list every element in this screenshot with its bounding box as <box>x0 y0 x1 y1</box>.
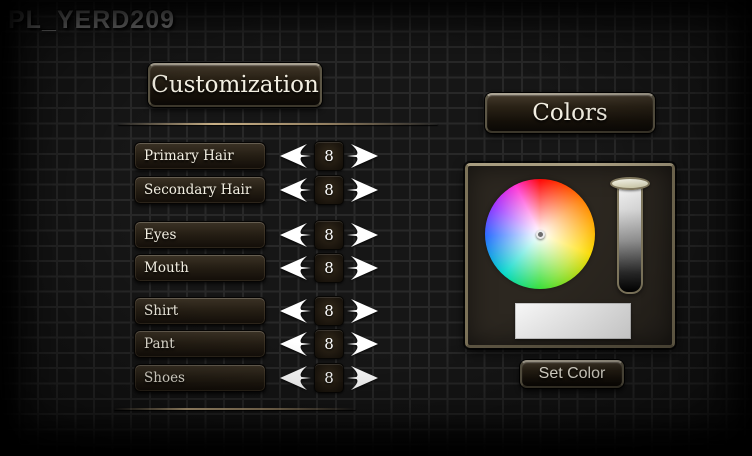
decrement-button[interactable] <box>279 222 311 248</box>
decrement-button[interactable] <box>279 255 311 281</box>
divider-line-top <box>118 123 438 125</box>
arrow-right-icon <box>347 178 378 202</box>
row-pant: Pant 8 <box>134 329 379 359</box>
value-box: 8 <box>314 220 344 250</box>
stepper-pant: 8 <box>279 329 379 359</box>
increment-button[interactable] <box>347 143 379 169</box>
color-wheel[interactable] <box>485 179 595 289</box>
value-box: 8 <box>314 141 344 171</box>
selected-color-swatch <box>515 303 631 339</box>
decrement-button[interactable] <box>279 365 311 391</box>
row-shirt: Shirt 8 <box>134 296 379 326</box>
arrow-left-icon <box>280 223 311 247</box>
increment-button[interactable] <box>347 298 379 324</box>
arrow-left-icon <box>280 144 311 168</box>
row-secondary-hair: Secondary Hair 8 <box>134 175 379 205</box>
row-label-eyes: Eyes <box>134 221 266 249</box>
stepper-shirt: 8 <box>279 296 379 326</box>
value-text: 8 <box>324 302 334 320</box>
increment-button[interactable] <box>347 365 379 391</box>
arrow-left-icon <box>280 332 311 356</box>
arrow-left-icon <box>280 366 311 390</box>
row-label-text: Eyes <box>144 227 177 243</box>
arrow-left-icon <box>280 256 311 280</box>
row-label-pant: Pant <box>134 330 266 358</box>
arrow-right-icon <box>347 366 378 390</box>
divider-line-bottom <box>114 408 356 410</box>
value-text: 8 <box>324 181 334 199</box>
value-text: 8 <box>324 259 334 277</box>
decrement-button[interactable] <box>279 143 311 169</box>
stepper-mouth: 8 <box>279 253 379 283</box>
stepper-shoes: 8 <box>279 363 379 393</box>
value-box: 8 <box>314 253 344 283</box>
value-text: 8 <box>324 335 334 353</box>
row-label-text: Primary Hair <box>144 148 234 164</box>
slider-cap <box>610 177 650 190</box>
decrement-button[interactable] <box>279 331 311 357</box>
increment-button[interactable] <box>347 331 379 357</box>
value-box: 8 <box>314 175 344 205</box>
value-text: 8 <box>324 369 334 387</box>
set-color-button[interactable]: Set Color <box>520 360 624 388</box>
colors-title: Colors <box>485 93 655 133</box>
brightness-slider[interactable] <box>610 177 650 295</box>
arrow-right-icon <box>347 223 378 247</box>
wheel-cursor[interactable] <box>535 229 545 239</box>
row-label-text: Shoes <box>144 370 185 386</box>
value-box: 8 <box>314 329 344 359</box>
increment-button[interactable] <box>347 255 379 281</box>
decrement-button[interactable] <box>279 298 311 324</box>
row-label-text: Secondary Hair <box>144 182 252 198</box>
color-picker-panel <box>465 163 675 348</box>
brightness-gradient-bar[interactable] <box>617 184 643 294</box>
value-box: 8 <box>314 363 344 393</box>
value-text: 8 <box>324 147 334 165</box>
increment-button[interactable] <box>347 177 379 203</box>
row-mouth: Mouth 8 <box>134 253 379 283</box>
decrement-button[interactable] <box>279 177 311 203</box>
row-label-primary-hair: Primary Hair <box>134 142 266 170</box>
row-eyes: Eyes 8 <box>134 220 379 250</box>
value-text: 8 <box>324 226 334 244</box>
watermark-text: PL_YERD209 <box>8 6 176 34</box>
customization-screen: PL_YERD209 Customization Primary Hair 8 … <box>0 0 752 456</box>
arrow-left-icon <box>280 178 311 202</box>
increment-button[interactable] <box>347 222 379 248</box>
value-box: 8 <box>314 296 344 326</box>
row-label-text: Pant <box>144 336 175 352</box>
stepper-primary-hair: 8 <box>279 141 379 171</box>
row-label-secondary-hair: Secondary Hair <box>134 176 266 204</box>
arrow-right-icon <box>347 256 378 280</box>
row-label-mouth: Mouth <box>134 254 266 282</box>
row-label-text: Mouth <box>144 260 189 276</box>
arrow-right-icon <box>347 144 378 168</box>
stepper-secondary-hair: 8 <box>279 175 379 205</box>
row-shoes: Shoes 8 <box>134 363 379 393</box>
row-label-shirt: Shirt <box>134 297 266 325</box>
customization-title: Customization <box>148 63 322 107</box>
row-label-text: Shirt <box>144 303 179 319</box>
row-primary-hair: Primary Hair 8 <box>134 141 379 171</box>
arrow-right-icon <box>347 299 378 323</box>
arrow-right-icon <box>347 332 378 356</box>
stepper-eyes: 8 <box>279 220 379 250</box>
row-label-shoes: Shoes <box>134 364 266 392</box>
arrow-left-icon <box>280 299 311 323</box>
